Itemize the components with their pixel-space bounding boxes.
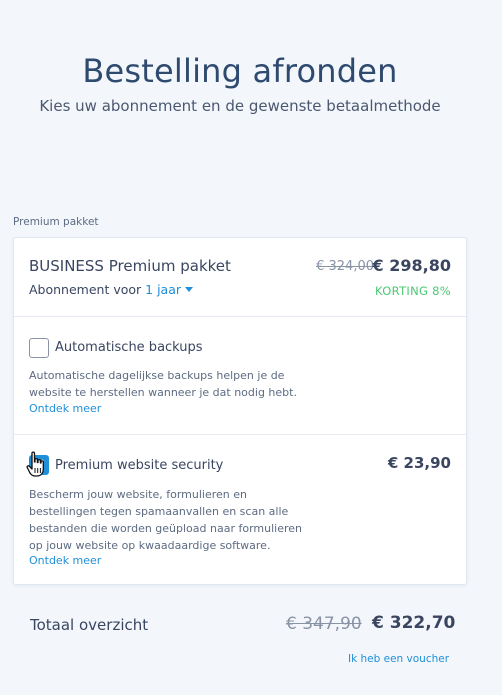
security-desc-line: op jouw website op kwaadaardige software… bbox=[29, 539, 271, 552]
page-subtitle: Kies uw abonnement en de gewenste betaal… bbox=[39, 97, 441, 115]
security-option-description: Bescherm jouw website, formulieren en be… bbox=[29, 486, 302, 554]
backups-desc-line: website te herstellen wanneer je dat nod… bbox=[29, 386, 297, 399]
subscription-label: Abonnement voor bbox=[29, 282, 142, 297]
total-label: Totaal overzicht bbox=[30, 616, 149, 634]
package-old-price: € 324,00 bbox=[316, 259, 374, 274]
subscription-period-value: 1 jaar bbox=[145, 282, 182, 297]
section-label: Premium pakket bbox=[13, 216, 99, 228]
security-desc-line: bestanden die worden geüpload naar formu… bbox=[29, 522, 303, 535]
backups-learn-more-link[interactable]: Ontdek meer bbox=[29, 402, 101, 415]
security-option-price: € 23,90 bbox=[387, 454, 451, 472]
security-learn-more-link[interactable]: Ontdek meer bbox=[29, 554, 101, 567]
package-new-price: € 298,80 bbox=[372, 256, 451, 275]
caret-down-icon bbox=[185, 287, 194, 292]
discount-badge: KORTING 8% bbox=[375, 284, 451, 298]
security-option-title: Premium website security bbox=[55, 458, 224, 473]
total-old-price: € 347,90 bbox=[286, 614, 362, 634]
backups-option-title: Automatische backups bbox=[55, 340, 203, 355]
hand-pointer-icon bbox=[26, 451, 44, 477]
page-title: Bestelling afronden bbox=[82, 52, 398, 90]
backups-checkbox[interactable] bbox=[29, 338, 49, 358]
security-desc-line: bestellingen tegen spamaanvallen en scan… bbox=[29, 505, 289, 518]
security-desc-line: Bescherm jouw website, formulieren en bbox=[29, 488, 247, 501]
backups-desc-line: Automatische dagelijkse backups helpen j… bbox=[29, 369, 285, 382]
subscription-row: Abonnement voor 1 jaar bbox=[29, 282, 194, 297]
divider bbox=[14, 434, 466, 435]
total-new-price: € 322,70 bbox=[372, 613, 456, 633]
subscription-period-dropdown[interactable]: 1 jaar bbox=[145, 282, 194, 297]
voucher-link[interactable]: Ik heb een voucher bbox=[348, 653, 449, 665]
package-card: BUSINESS Premium pakket € 324,00 € 298,8… bbox=[13, 237, 467, 585]
backups-option-description: Automatische dagelijkse backups helpen j… bbox=[29, 367, 297, 401]
divider bbox=[14, 316, 466, 317]
package-name: BUSINESS Premium pakket bbox=[29, 257, 231, 275]
